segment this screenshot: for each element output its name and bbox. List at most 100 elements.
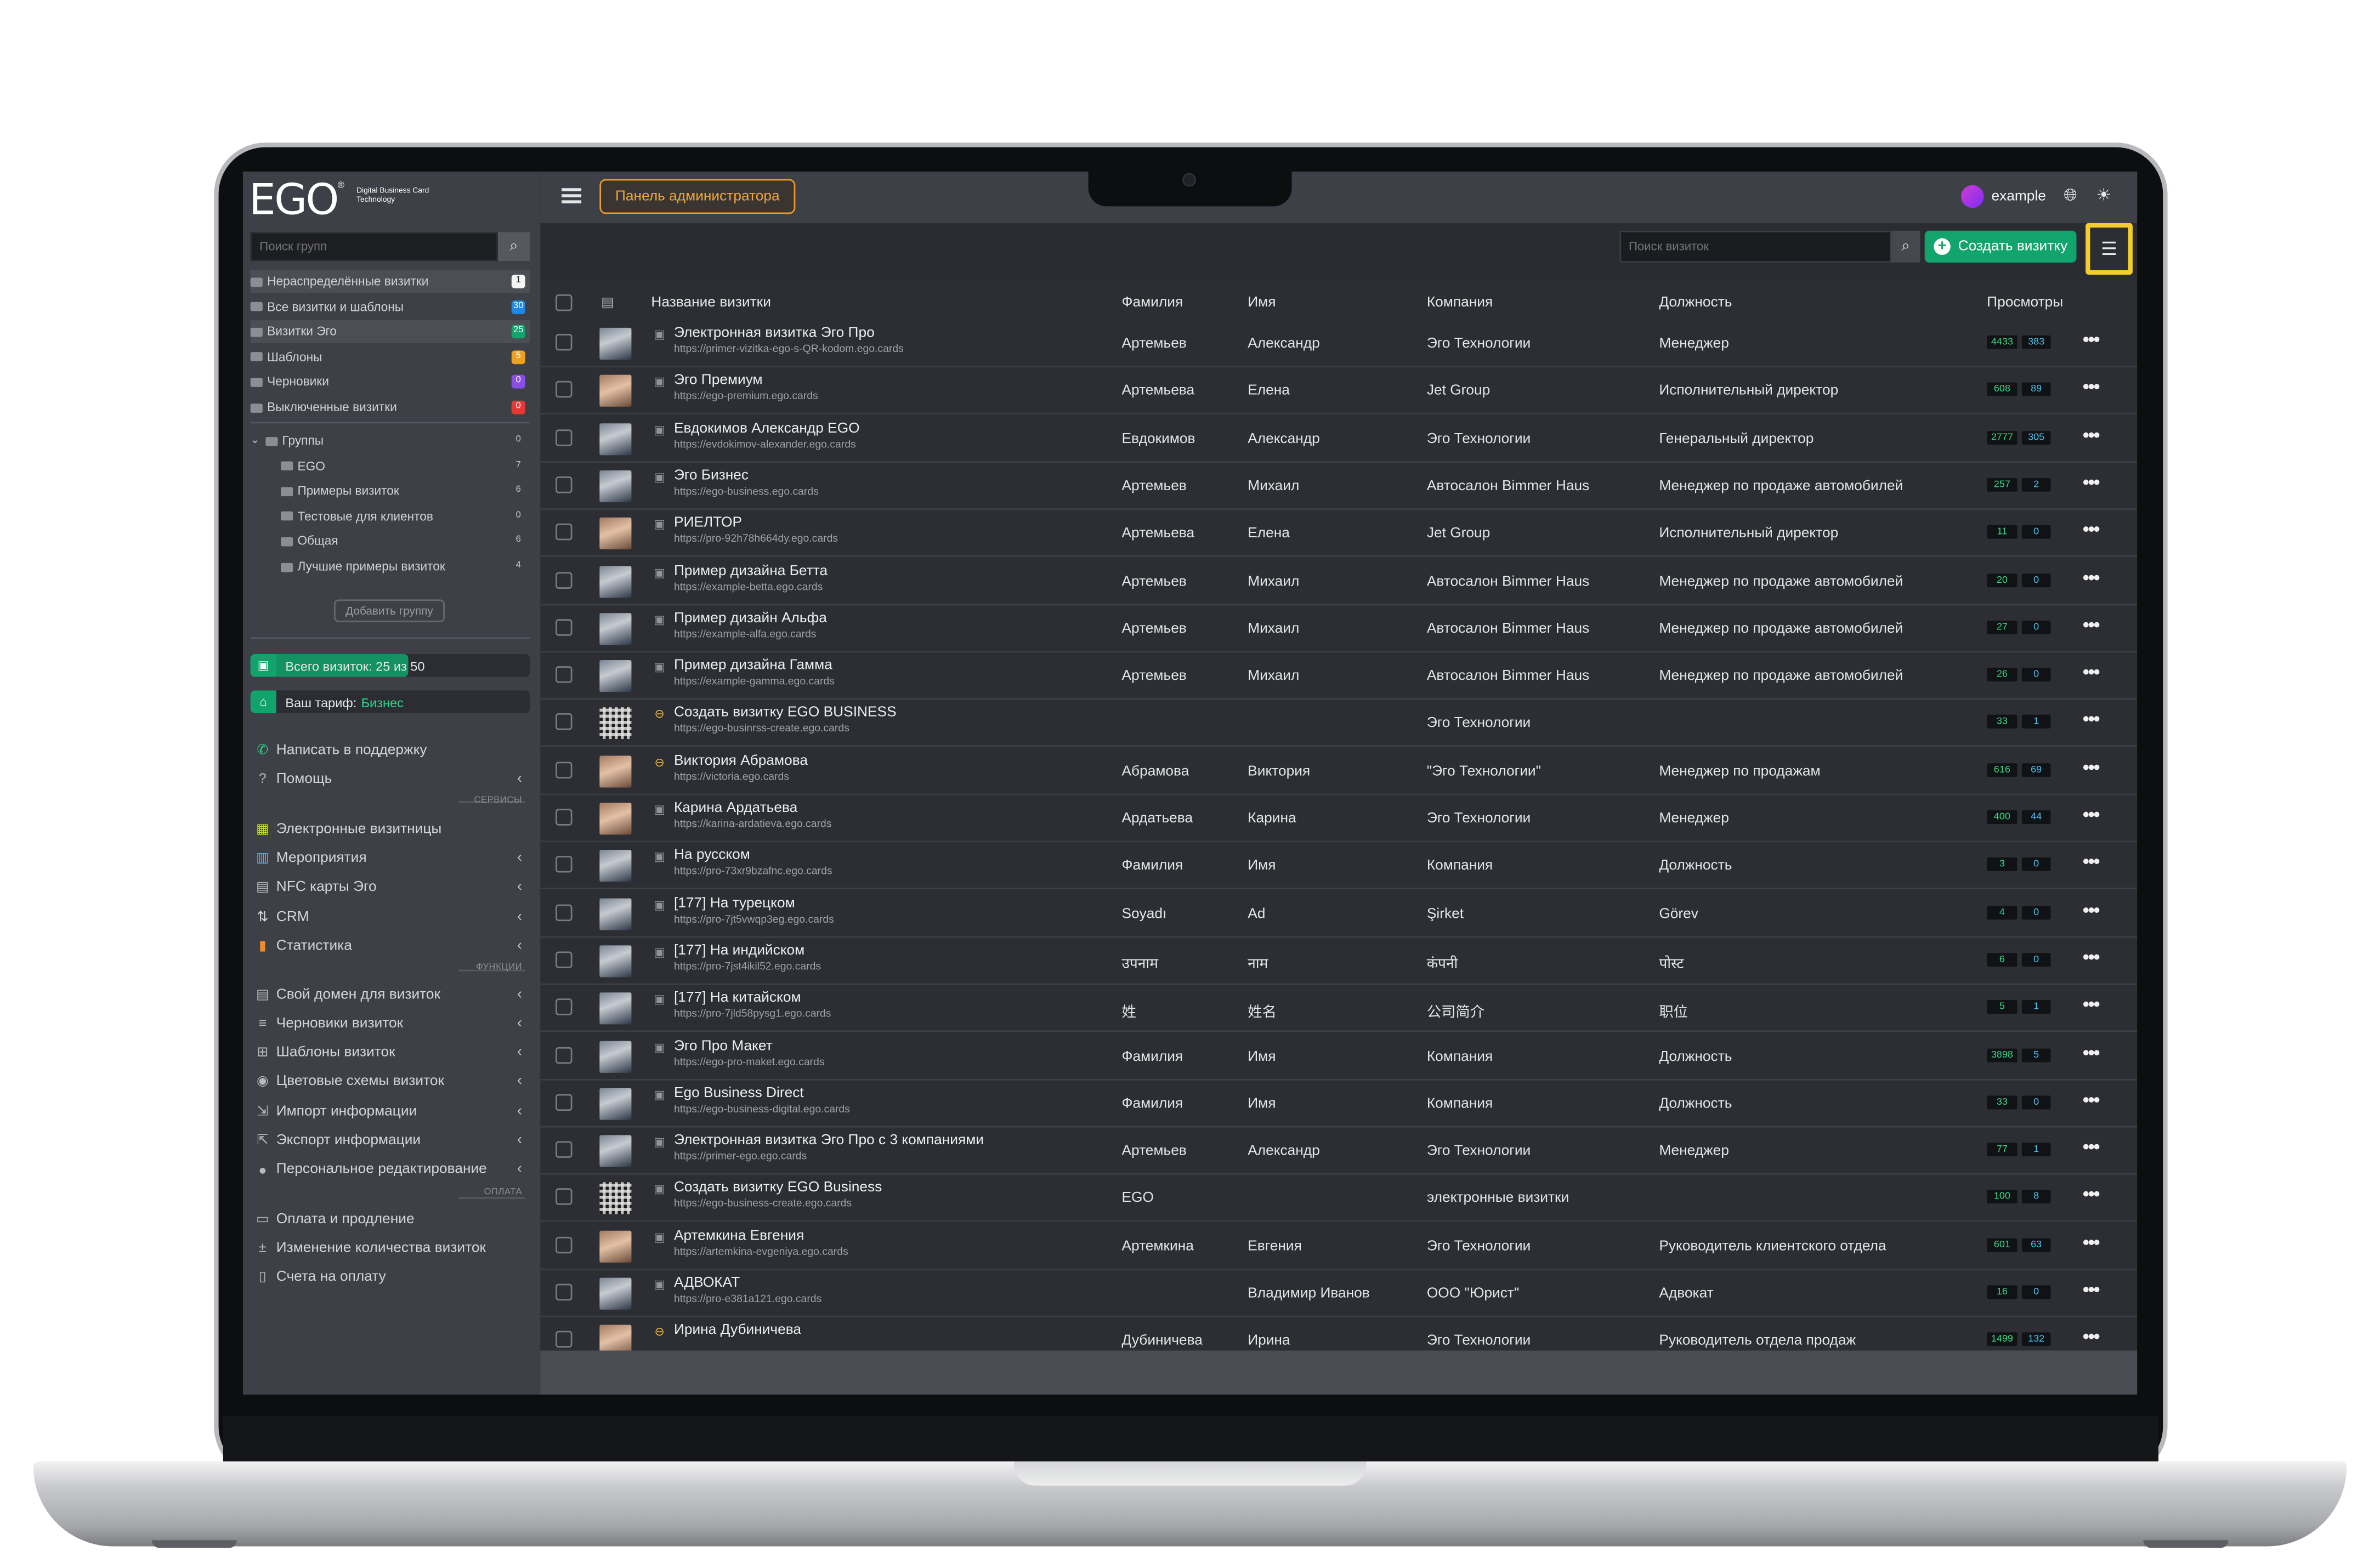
column-header[interactable]: Компания bbox=[1427, 294, 1493, 311]
row-checkbox[interactable] bbox=[556, 856, 573, 873]
more-options-icon[interactable]: ••• bbox=[2083, 1325, 2100, 1348]
table-row[interactable]: ▣ [177] На турецком https://pro-7jt5vwqp3e… bbox=[540, 890, 2138, 938]
group-search-input[interactable] bbox=[250, 232, 498, 262]
card-name[interactable]: Евдокимов Александр EGO bbox=[674, 420, 860, 436]
card-url[interactable]: https://ego-business.ego.cards bbox=[674, 487, 819, 497]
menu-item-functions[interactable]: ≡ Черновики визиток ‹ bbox=[255, 1011, 528, 1035]
table-row[interactable]: ▣ Пример дизайна Бетта https://example-bet… bbox=[540, 558, 2138, 605]
column-header[interactable]: Фамилия bbox=[1121, 294, 1183, 311]
row-checkbox[interactable] bbox=[556, 761, 573, 779]
row-checkbox[interactable] bbox=[556, 951, 573, 968]
column-header[interactable]: Имя bbox=[1248, 294, 1276, 311]
select-all-checkbox[interactable] bbox=[556, 294, 573, 311]
row-checkbox[interactable] bbox=[556, 809, 573, 826]
sidebar-group-item[interactable]: EGO 7 bbox=[251, 455, 530, 478]
card-url[interactable]: https://karina-ardatieva.ego.cards bbox=[674, 820, 832, 830]
table-row[interactable]: ▣ Пример дизайна Гамма https://example-gam… bbox=[540, 652, 2138, 700]
row-checkbox[interactable] bbox=[556, 571, 573, 588]
card-url[interactable]: https://artemkina-evgeniya.ego.cards bbox=[674, 1247, 848, 1257]
table-row[interactable]: ▣ АДВОКАТ https://pro-e381a121.ego.cards Вл… bbox=[540, 1270, 2138, 1317]
menu-item-payment[interactable]: ▭ Оплата и продление bbox=[255, 1206, 528, 1230]
sidebar-folder-item[interactable]: Шаблоны 5 bbox=[250, 346, 530, 369]
menu-item-services[interactable]: ⇅ CRM ‹ bbox=[255, 905, 528, 929]
card-name[interactable]: Карина Ардатьева bbox=[674, 800, 797, 816]
more-options-icon[interactable]: ••• bbox=[2083, 708, 2100, 731]
menu-item-services[interactable]: ▥ Мероприятия ‹ bbox=[255, 846, 528, 870]
sun-icon[interactable]: ☀ bbox=[2093, 185, 2115, 207]
row-checkbox[interactable] bbox=[556, 1331, 573, 1348]
card-name[interactable]: Создать визитку EGO BUSINESS bbox=[674, 705, 897, 721]
card-name[interactable]: Пример дизайн Альфа bbox=[674, 610, 827, 626]
card-url[interactable]: https://evdokimov-alexander.ego.cards bbox=[674, 440, 856, 450]
menu-item-functions[interactable]: ● Персональное редактирование ‹ bbox=[255, 1157, 528, 1181]
card-url[interactable]: https://ego-businrss-create.ego.cards bbox=[674, 724, 849, 735]
list-view-icon[interactable]: ☰ bbox=[2086, 223, 2133, 275]
table-row[interactable]: ▣ Создать визитку EGO Business https://ego… bbox=[540, 1175, 2138, 1223]
card-url[interactable]: https://example-gamma.ego.cards bbox=[674, 677, 835, 688]
table-row[interactable]: ▣ [177] На китайском https://pro-7jld58pys… bbox=[540, 985, 2138, 1032]
table-row[interactable]: ▣ Ego Business Direct https://ego-business… bbox=[540, 1080, 2138, 1127]
row-checkbox[interactable] bbox=[556, 1094, 573, 1111]
column-header[interactable]: Просмотры bbox=[1987, 294, 2063, 311]
admin-panel-button[interactable]: Панель администратора bbox=[599, 179, 796, 214]
menu-item-services[interactable]: ▦ Электронные визитницы bbox=[255, 816, 528, 840]
more-options-icon[interactable]: ••• bbox=[2083, 1278, 2100, 1301]
support-link[interactable]: ✆ Написать в поддержку bbox=[255, 737, 528, 762]
sidebar-group-item[interactable]: Лучшие примеры визиток 4 bbox=[251, 555, 530, 578]
card-url[interactable]: https://example-betta.ego.cards bbox=[674, 582, 823, 592]
ego-logo[interactable]: EGO ® Digital Business Card Technology bbox=[249, 175, 433, 225]
more-options-icon[interactable]: ••• bbox=[2083, 613, 2100, 636]
table-row[interactable]: ▣ РИЕЛТОР https://pro-92h78h664dy.ego.card… bbox=[540, 510, 2138, 558]
menu-item-functions[interactable]: ▤ Свой домен для визиток ‹ bbox=[255, 982, 528, 1006]
table-row[interactable]: ▣ Эго Про Макет https://ego-pro-maket.ego.… bbox=[540, 1033, 2138, 1080]
row-checkbox[interactable] bbox=[556, 666, 573, 683]
row-checkbox[interactable] bbox=[556, 1283, 573, 1301]
row-checkbox[interactable] bbox=[556, 1189, 573, 1206]
card-search-input[interactable] bbox=[1619, 230, 1891, 263]
globe-icon[interactable]: 🌐︎ bbox=[2060, 185, 2081, 207]
more-options-icon[interactable]: ••• bbox=[2083, 423, 2100, 446]
table-row[interactable]: ▣ Эго Премиум https://ego-premium.ego.card… bbox=[540, 368, 2138, 415]
card-url[interactable]: https://pro-e381a121.ego.cards bbox=[674, 1294, 821, 1305]
more-options-icon[interactable]: ••• bbox=[2083, 755, 2100, 779]
more-options-icon[interactable]: ••• bbox=[2083, 518, 2100, 541]
menu-item-functions[interactable]: ◉ Цветовые схемы визиток ‹ bbox=[255, 1070, 528, 1094]
help-menu[interactable]: ? Помощь ‹ bbox=[255, 766, 528, 791]
card-url[interactable]: https://ego-business-create.ego.cards bbox=[674, 1200, 852, 1210]
sidebar-group-item[interactable]: Примеры визиток 6 bbox=[251, 480, 530, 503]
card-name[interactable]: Ирина Дубиничева bbox=[674, 1322, 801, 1339]
card-url[interactable]: https://ego-premium.ego.cards bbox=[674, 392, 818, 402]
table-row[interactable]: ▣ Евдокимов Александр EGO https://evdokimo… bbox=[540, 415, 2138, 463]
more-options-icon[interactable]: ••• bbox=[2083, 328, 2100, 351]
card-url[interactable]: https://ego-business-digital.ego.cards bbox=[674, 1104, 850, 1115]
sidebar-group-item[interactable]: ⌄ Группы 0 bbox=[251, 429, 530, 452]
card-name[interactable]: РИЕЛТОР bbox=[674, 515, 742, 531]
user-menu[interactable]: example bbox=[1961, 185, 2046, 208]
sidebar-folder-item[interactable]: Все визитки и шаблоны 30 bbox=[250, 296, 530, 319]
card-url[interactable]: https://pro-7jld58pysg1.ego.cards bbox=[674, 1009, 831, 1020]
card-name[interactable]: [177] На китайском bbox=[674, 990, 801, 1006]
more-options-icon[interactable]: ••• bbox=[2083, 897, 2100, 921]
more-options-icon[interactable]: ••• bbox=[2083, 803, 2100, 826]
more-options-icon[interactable]: ••• bbox=[2083, 375, 2100, 398]
search-icon[interactable]: ⌕ bbox=[497, 232, 530, 262]
sidebar-folder-item[interactable]: Визитки Эго 25 bbox=[250, 320, 530, 344]
more-options-icon[interactable]: ••• bbox=[2083, 1135, 2100, 1158]
card-name[interactable]: Виктория Абрамова bbox=[674, 752, 808, 769]
column-header[interactable]: Должность bbox=[1659, 294, 1732, 311]
table-row[interactable]: ▣ Электронная визитка Эго Про с 3 компани… bbox=[540, 1128, 2138, 1175]
card-name[interactable]: Создать визитку EGO Business bbox=[674, 1180, 882, 1196]
table-row[interactable]: ▣ На русском https://pro-73xr9bzafnc.ego.c… bbox=[540, 843, 2138, 890]
menu-item-payment[interactable]: ▯ Счета на оплату bbox=[255, 1265, 528, 1289]
row-checkbox[interactable] bbox=[556, 1141, 573, 1158]
card-url[interactable]: https://pro-7jst4ikil52.ego.cards bbox=[674, 962, 821, 973]
more-options-icon[interactable]: ••• bbox=[2083, 565, 2100, 588]
row-checkbox[interactable] bbox=[556, 476, 573, 493]
table-row[interactable]: ▣ Электронная визитка Эго Про https://prim… bbox=[540, 320, 2138, 367]
search-icon[interactable]: ⌕ bbox=[1891, 230, 1920, 263]
card-name[interactable]: Пример дизайна Бетта bbox=[674, 563, 828, 579]
table-row[interactable]: ⊖ Создать визитку EGO BUSINESS https://ego… bbox=[540, 700, 2138, 747]
table-row[interactable]: ▣ Эго Бизнес https://ego-business.ego.card… bbox=[540, 463, 2138, 510]
add-group-button[interactable]: Добавить группу bbox=[333, 599, 445, 622]
card-name[interactable]: Электронная визитка Эго Про bbox=[674, 325, 875, 341]
